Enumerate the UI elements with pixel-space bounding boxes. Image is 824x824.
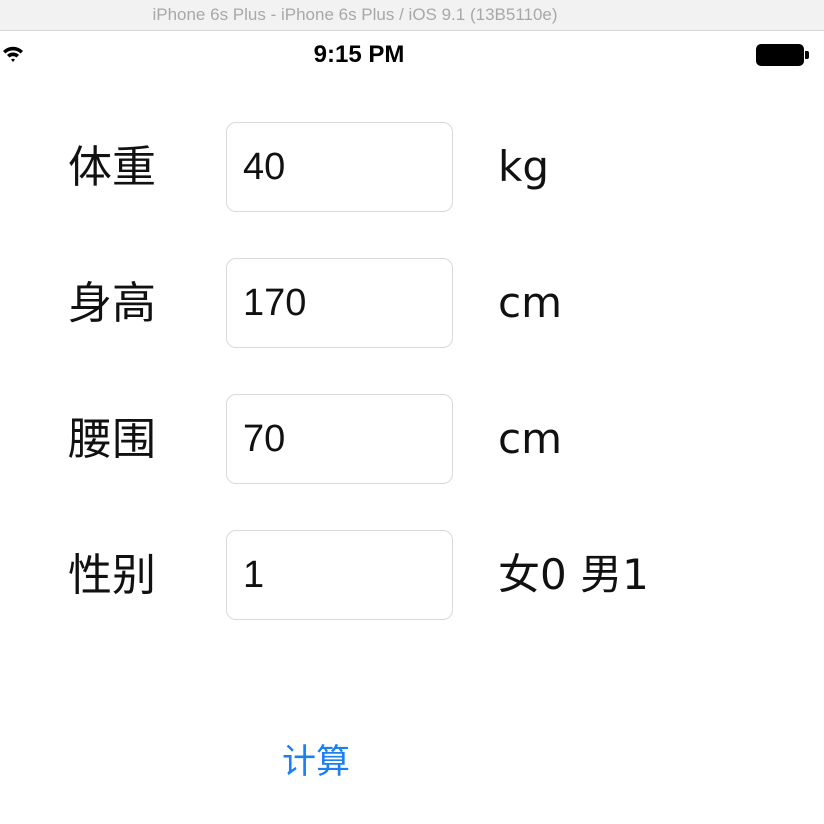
waist-input[interactable]: [226, 394, 453, 484]
waist-row: 腰围 cm: [0, 394, 824, 486]
gender-row: 性别 女0 男1: [0, 530, 824, 622]
calculate-button[interactable]: 计算: [270, 734, 362, 782]
weight-row: 体重 kg: [0, 122, 824, 214]
simulator-title: iPhone 6s Plus - iPhone 6s Plus / iOS 9.…: [152, 5, 558, 24]
status-time: 9:15 PM: [313, 41, 405, 68]
height-row: 身高 cm: [0, 258, 824, 350]
weight-input[interactable]: [226, 122, 453, 212]
waist-unit: cm: [498, 414, 563, 463]
height-label: 身高: [68, 278, 156, 329]
height-unit: cm: [498, 278, 563, 327]
gender-label: 性别: [68, 550, 156, 601]
status-bar: 9:15 PM: [0, 31, 824, 79]
waist-label: 腰围: [68, 414, 156, 465]
simulator-title-bar: iPhone 6s Plus - iPhone 6s Plus / iOS 9.…: [0, 0, 824, 31]
weight-unit: kg: [498, 142, 549, 191]
gender-input[interactable]: [226, 530, 453, 620]
gender-unit: 女0 男1: [498, 550, 649, 599]
battery-icon: [756, 44, 810, 66]
weight-label: 体重: [68, 142, 156, 193]
height-input[interactable]: [226, 258, 453, 348]
